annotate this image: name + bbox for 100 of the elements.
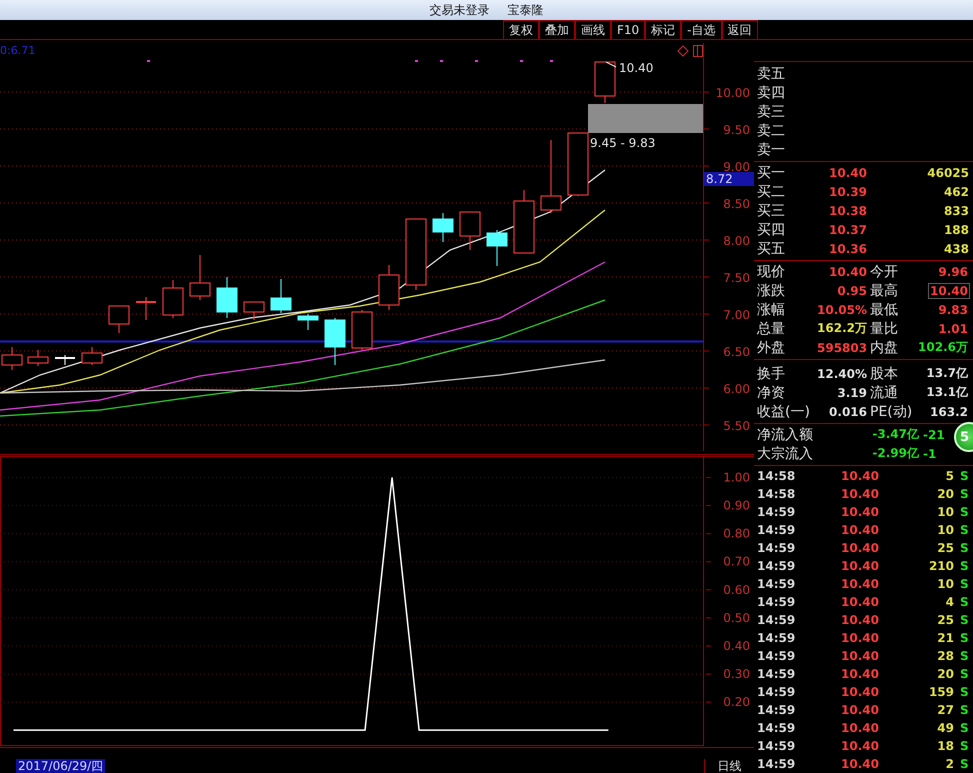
tick-volume: 20 xyxy=(936,487,954,501)
tick-side: S xyxy=(959,505,970,519)
tick-price: 10.40 xyxy=(840,685,879,699)
toolbar-button[interactable]: 叠加 xyxy=(539,20,575,39)
tick-time: 14:59 xyxy=(757,505,796,519)
tick-price: 10.40 xyxy=(840,631,879,645)
tick-time: 14:59 xyxy=(757,559,796,573)
tick-volume: 2 xyxy=(944,757,954,771)
tick-side: S xyxy=(959,487,970,501)
axis-tick-label: 0.80 xyxy=(723,526,750,541)
flow-value: -3.47亿 xyxy=(871,426,919,443)
price-axis-label: 7.00 xyxy=(723,308,750,322)
candlestick xyxy=(82,346,102,366)
ask-level-label: 卖一 xyxy=(757,140,786,158)
candlestick xyxy=(352,310,372,350)
tick-volume: 25 xyxy=(936,613,954,627)
candlestick xyxy=(298,314,318,330)
axis-tick-label: 0.70 xyxy=(723,554,750,569)
tick-price: 10.40 xyxy=(840,469,879,483)
tick-price: 10.40 xyxy=(840,721,879,735)
tick-price: 10.40 xyxy=(840,739,879,753)
tick-price: 10.40 xyxy=(840,667,879,681)
stat-value: 1.01 xyxy=(937,322,969,336)
diamond-icon[interactable] xyxy=(677,45,689,57)
tick-price: 10.40 xyxy=(840,577,879,591)
flow-value: -2.99亿 xyxy=(871,445,919,462)
period-label[interactable]: 日线 xyxy=(704,759,754,773)
candlestick xyxy=(568,132,588,196)
candlestick xyxy=(324,318,346,366)
tick-time: 14:59 xyxy=(757,649,796,663)
split-square-icon[interactable] xyxy=(693,44,703,58)
toolbar-button[interactable]: 返回 xyxy=(722,20,758,39)
candlestick xyxy=(594,62,616,104)
toolbar-button[interactable]: 复权 xyxy=(503,20,539,39)
tick-time: 14:58 xyxy=(757,469,796,483)
stock-name: 宝泰隆 xyxy=(508,2,544,18)
tick-side: S xyxy=(959,577,970,591)
tick-price: 10.40 xyxy=(840,613,879,627)
candlestick xyxy=(244,302,264,320)
bid-price: 10.39 xyxy=(828,184,867,198)
flow-label: 净流入额 xyxy=(757,426,814,444)
toolbar-button[interactable]: F10 xyxy=(611,20,646,39)
tick-volume: 28 xyxy=(936,649,954,663)
stat-label: 现价 xyxy=(757,262,786,280)
tick-volume: 21 xyxy=(936,631,954,645)
tick-side: S xyxy=(959,757,970,771)
axis-tick-label: 0.30 xyxy=(723,667,750,681)
tick-time: 14:59 xyxy=(757,577,796,591)
stat-value: 3.19 xyxy=(836,386,867,400)
axis-tick-label: 0.60 xyxy=(723,582,750,597)
ask-level-label: 卖五 xyxy=(757,64,786,82)
tick-price: 10.40 xyxy=(840,559,879,573)
tick-side: S xyxy=(959,685,970,699)
stat-value: 12.40% xyxy=(817,366,867,380)
price-axis-label: 8.00 xyxy=(723,234,750,248)
stat-value: 162.2万 xyxy=(817,320,867,337)
toolbar-button[interactable]: 标记 xyxy=(645,20,682,39)
candlestick xyxy=(486,230,508,266)
toolbar-button[interactable]: -自选 xyxy=(681,20,722,39)
axis-tick-label: 0.50 xyxy=(723,610,750,625)
stat-label: 最高 xyxy=(869,282,899,300)
tick-side: S xyxy=(959,595,970,609)
tick-price: 10.40 xyxy=(840,595,879,609)
stat-label: 股本 xyxy=(869,364,899,382)
tick-volume: 18 xyxy=(936,739,954,753)
tick-side: S xyxy=(959,667,970,681)
flow-label: 大宗流入 xyxy=(757,444,814,462)
toolbar-button[interactable]: 画线 xyxy=(575,20,611,39)
stat-value: 102.6万 xyxy=(917,339,969,356)
tick-side: S xyxy=(959,613,970,627)
tick-volume: 10 xyxy=(936,505,954,519)
flow-value: -1 xyxy=(922,446,936,460)
tick-price: 10.40 xyxy=(840,703,879,717)
tick-side: S xyxy=(959,721,970,735)
axis-tick-label: 0.20 xyxy=(723,695,750,710)
tick-price: 10.40 xyxy=(840,487,879,501)
candlestick xyxy=(406,218,426,290)
candlestick xyxy=(460,212,480,250)
candlestick xyxy=(216,276,238,318)
price-axis-label: 6.50 xyxy=(723,345,750,359)
last-price-label: 10.40 xyxy=(619,61,654,75)
tick-time: 14:59 xyxy=(757,667,796,681)
tick-volume: 4 xyxy=(944,595,954,609)
tick-volume: 10 xyxy=(936,577,954,591)
tick-price: 10.40 xyxy=(840,523,879,537)
tick-time: 14:59 xyxy=(757,541,796,555)
bid-level-label: 买一 xyxy=(757,164,786,182)
stat-value: 9.83 xyxy=(937,302,969,316)
stat-label: 涨幅 xyxy=(757,300,786,318)
price-axis-label: 6.00 xyxy=(723,382,750,396)
tick-price: 10.40 xyxy=(840,649,879,663)
candlestick xyxy=(162,280,184,318)
flow-value: -21 xyxy=(922,428,945,442)
window-title: 交易未登录 xyxy=(430,2,490,18)
tick-volume: 27 xyxy=(936,703,954,717)
stat-value: 13.7亿 xyxy=(925,365,969,382)
bid-volume: 438 xyxy=(942,242,969,256)
candlestick xyxy=(2,346,22,370)
candlestick xyxy=(55,354,75,366)
tick-volume: 5 xyxy=(944,469,954,483)
